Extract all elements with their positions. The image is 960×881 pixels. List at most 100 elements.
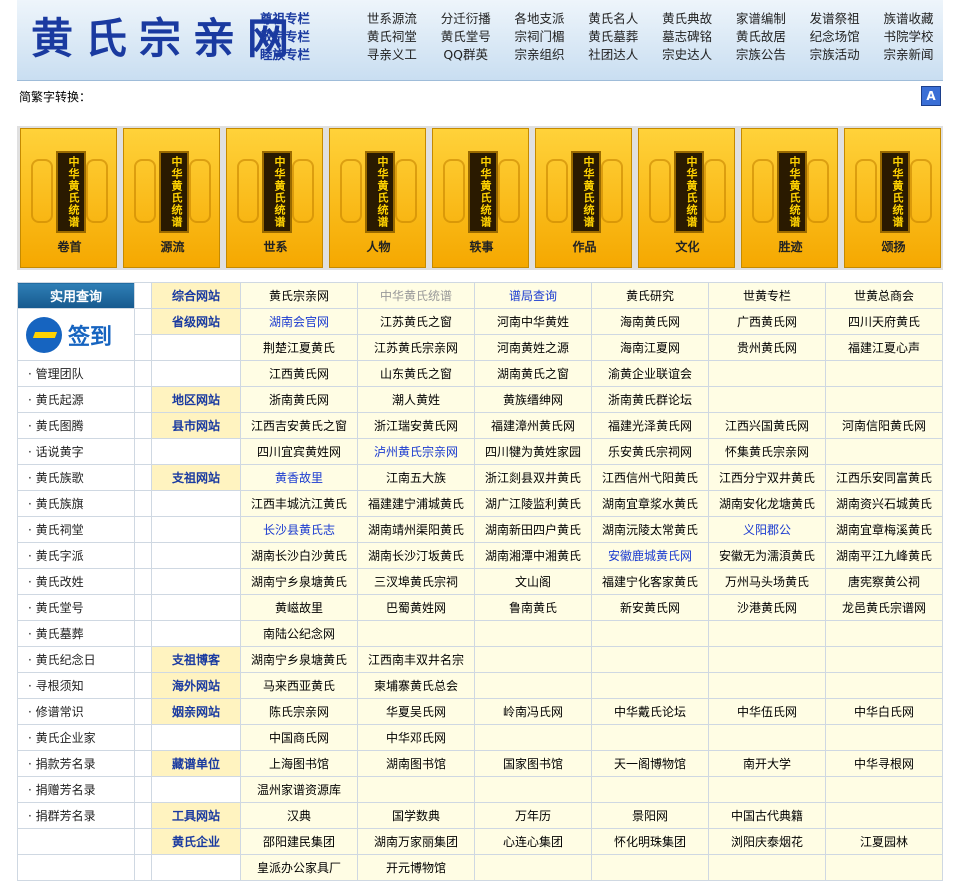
nav-section-title[interactable]: 尊祖专栏: [260, 10, 355, 28]
nav-link[interactable]: 黄氏典故: [650, 10, 724, 28]
link-cell[interactable]: 湖广江陵监利黄氏: [474, 490, 592, 517]
link-cell[interactable]: 邵阳建民集团: [240, 828, 358, 855]
link-cell[interactable]: 皇派办公家具厂: [240, 854, 358, 881]
link-cell[interactable]: 万年历: [474, 802, 592, 829]
link-cell[interactable]: 怀化明珠集团: [591, 828, 709, 855]
nav-link[interactable]: QQ群英: [429, 46, 503, 64]
link-cell[interactable]: 中华寻根网: [825, 750, 943, 777]
link-cell[interactable]: 福建江夏心声: [825, 334, 943, 361]
link-cell[interactable]: 湖南平江九峰黄氏: [825, 542, 943, 569]
link-cell[interactable]: 江西分宁双井黄氏: [708, 464, 826, 491]
link-cell[interactable]: 江西信州弋阳黄氏: [591, 464, 709, 491]
link-cell[interactable]: 中国古代典籍: [708, 802, 826, 829]
link-cell[interactable]: 心连心集团: [474, 828, 592, 855]
link-cell[interactable]: 中华戴氏论坛: [591, 698, 709, 725]
sidebar-item[interactable]: · 话说黄字: [17, 438, 135, 465]
link-cell[interactable]: 湖南长沙汀坂黄氏: [357, 542, 475, 569]
nav-link[interactable]: 书院学校: [872, 28, 946, 46]
sidebar-item[interactable]: · 黄氏祠堂: [17, 516, 135, 543]
nav-link[interactable]: 社团达人: [576, 46, 650, 64]
link-cell[interactable]: 柬埔寨黄氏总会: [357, 672, 475, 699]
link-cell[interactable]: 江西黄氏网: [240, 360, 358, 387]
sidebar-item[interactable]: · 黄氏企业家: [17, 724, 135, 751]
link-cell[interactable]: 贵州黄氏网: [708, 334, 826, 361]
nav-link[interactable]: 宗亲新闻: [872, 46, 946, 64]
nav-link[interactable]: 黄氏名人: [576, 10, 650, 28]
link-cell[interactable]: 湖南安化龙塘黄氏: [708, 490, 826, 517]
link-cell[interactable]: 湖南宁乡泉塘黄氏: [240, 568, 358, 595]
link-cell[interactable]: 怀集黄氏宗亲网: [708, 438, 826, 465]
link-cell[interactable]: 上海图书馆: [240, 750, 358, 777]
link-cell[interactable]: 福建漳州黄氏网: [474, 412, 592, 439]
link-cell[interactable]: 湖南长沙白沙黄氏: [240, 542, 358, 569]
link-cell[interactable]: 河南中华黄姓: [474, 308, 592, 335]
link-cell[interactable]: 温州家谱资源库: [240, 776, 358, 803]
nav-section-title[interactable]: 睦族专栏: [260, 46, 355, 64]
link-cell[interactable]: 四川天府黄氏: [825, 308, 943, 335]
link-cell[interactable]: 黄氏研究: [591, 282, 709, 309]
link-cell[interactable]: 新安黄氏网: [591, 594, 709, 621]
link-cell[interactable]: 湖南宜章梅溪黄氏: [825, 516, 943, 543]
link-cell[interactable]: 南开大学: [708, 750, 826, 777]
nav-link[interactable]: 家谱编制: [724, 10, 798, 28]
link-cell[interactable]: 江苏黄氏宗亲网: [357, 334, 475, 361]
link-cell[interactable]: 江西吉安黄氏之窗: [240, 412, 358, 439]
link-cell[interactable]: 中华黄氏统谱: [357, 282, 475, 309]
link-cell[interactable]: 南陆公纪念网: [240, 620, 358, 647]
link-cell[interactable]: 三汊埠黄氏宗祠: [357, 568, 475, 595]
link-cell[interactable]: 安徽鹿城黄氏网: [591, 542, 709, 569]
link-cell[interactable]: 福建光泽黄氏网: [591, 412, 709, 439]
link-cell[interactable]: 长沙县黄氏志: [240, 516, 358, 543]
link-cell[interactable]: 荆楚江夏黄氏: [240, 334, 358, 361]
sidebar-item[interactable]: · 修谱常识: [17, 698, 135, 725]
link-cell[interactable]: 中国商氏网: [240, 724, 358, 751]
sidebar-item[interactable]: · 黄氏改姓: [17, 568, 135, 595]
link-cell[interactable]: 义阳郡公: [708, 516, 826, 543]
link-cell[interactable]: 山东黄氏之窗: [357, 360, 475, 387]
link-cell[interactable]: 广西黄氏网: [708, 308, 826, 335]
link-cell[interactable]: 天一阁博物馆: [591, 750, 709, 777]
link-cell[interactable]: 江西丰城沆江黄氏: [240, 490, 358, 517]
link-cell[interactable]: 泸州黄氏宗亲网: [357, 438, 475, 465]
nav-link[interactable]: 宗亲组织: [503, 46, 577, 64]
nav-link[interactable]: 发谱祭祖: [798, 10, 872, 28]
link-cell[interactable]: 世黄总商会: [825, 282, 943, 309]
link-cell[interactable]: 黄香故里: [240, 464, 358, 491]
nav-section-title[interactable]: 敬宗专栏: [260, 28, 355, 46]
link-cell[interactable]: 江西南丰双井名宗: [357, 646, 475, 673]
link-cell[interactable]: 开元博物馆: [357, 854, 475, 881]
link-cell[interactable]: 河南黄姓之源: [474, 334, 592, 361]
tongpu-card[interactable]: 中华黄氏统谱 世系: [226, 128, 323, 268]
tongpu-card[interactable]: 中华黄氏统谱 卷首: [20, 128, 117, 268]
link-cell[interactable]: 中华伍氏网: [708, 698, 826, 725]
sidebar-item[interactable]: · 管理团队: [17, 360, 135, 387]
tongpu-card[interactable]: 中华黄氏统谱 颂扬: [844, 128, 941, 268]
link-cell[interactable]: 河南信阳黄氏网: [825, 412, 943, 439]
sidebar-item[interactable]: · 黄氏起源: [17, 386, 135, 413]
tongpu-card[interactable]: 中华黄氏统谱 轶事: [432, 128, 529, 268]
nav-link[interactable]: 黄氏堂号: [429, 28, 503, 46]
link-cell[interactable]: 渝黄企业联谊会: [591, 360, 709, 387]
link-cell[interactable]: 湖南黄氏之窗: [474, 360, 592, 387]
link-cell[interactable]: 福建宁化客家黄氏: [591, 568, 709, 595]
link-cell[interactable]: 江西乐安同富黄氏: [825, 464, 943, 491]
signin-panel[interactable]: 签到: [17, 308, 135, 361]
link-cell[interactable]: 湖南湘潭中湘黄氏: [474, 542, 592, 569]
link-cell[interactable]: 陈氏宗亲网: [240, 698, 358, 725]
link-cell[interactable]: 湖南会官网: [240, 308, 358, 335]
link-cell[interactable]: 浏阳庆泰烟花: [708, 828, 826, 855]
tongpu-card[interactable]: 中华黄氏统谱 文化: [638, 128, 735, 268]
link-cell[interactable]: 汉典: [240, 802, 358, 829]
nav-link[interactable]: 分迁衍播: [429, 10, 503, 28]
tongpu-card[interactable]: 中华黄氏统谱 作品: [535, 128, 632, 268]
link-cell[interactable]: 潮人黄姓: [357, 386, 475, 413]
link-cell[interactable]: 湖南宁乡泉塘黄氏: [240, 646, 358, 673]
nav-link[interactable]: 黄氏祠堂: [355, 28, 429, 46]
nav-link[interactable]: 黄氏墓葬: [576, 28, 650, 46]
link-cell[interactable]: 湖南靖州渠阳黄氏: [357, 516, 475, 543]
link-cell[interactable]: 湖南图书馆: [357, 750, 475, 777]
nav-link[interactable]: 黄氏故居: [724, 28, 798, 46]
link-cell[interactable]: 巴蜀黄姓网: [357, 594, 475, 621]
link-cell[interactable]: 四川宜宾黄姓网: [240, 438, 358, 465]
sidebar-item[interactable]: · 寻根须知: [17, 672, 135, 699]
